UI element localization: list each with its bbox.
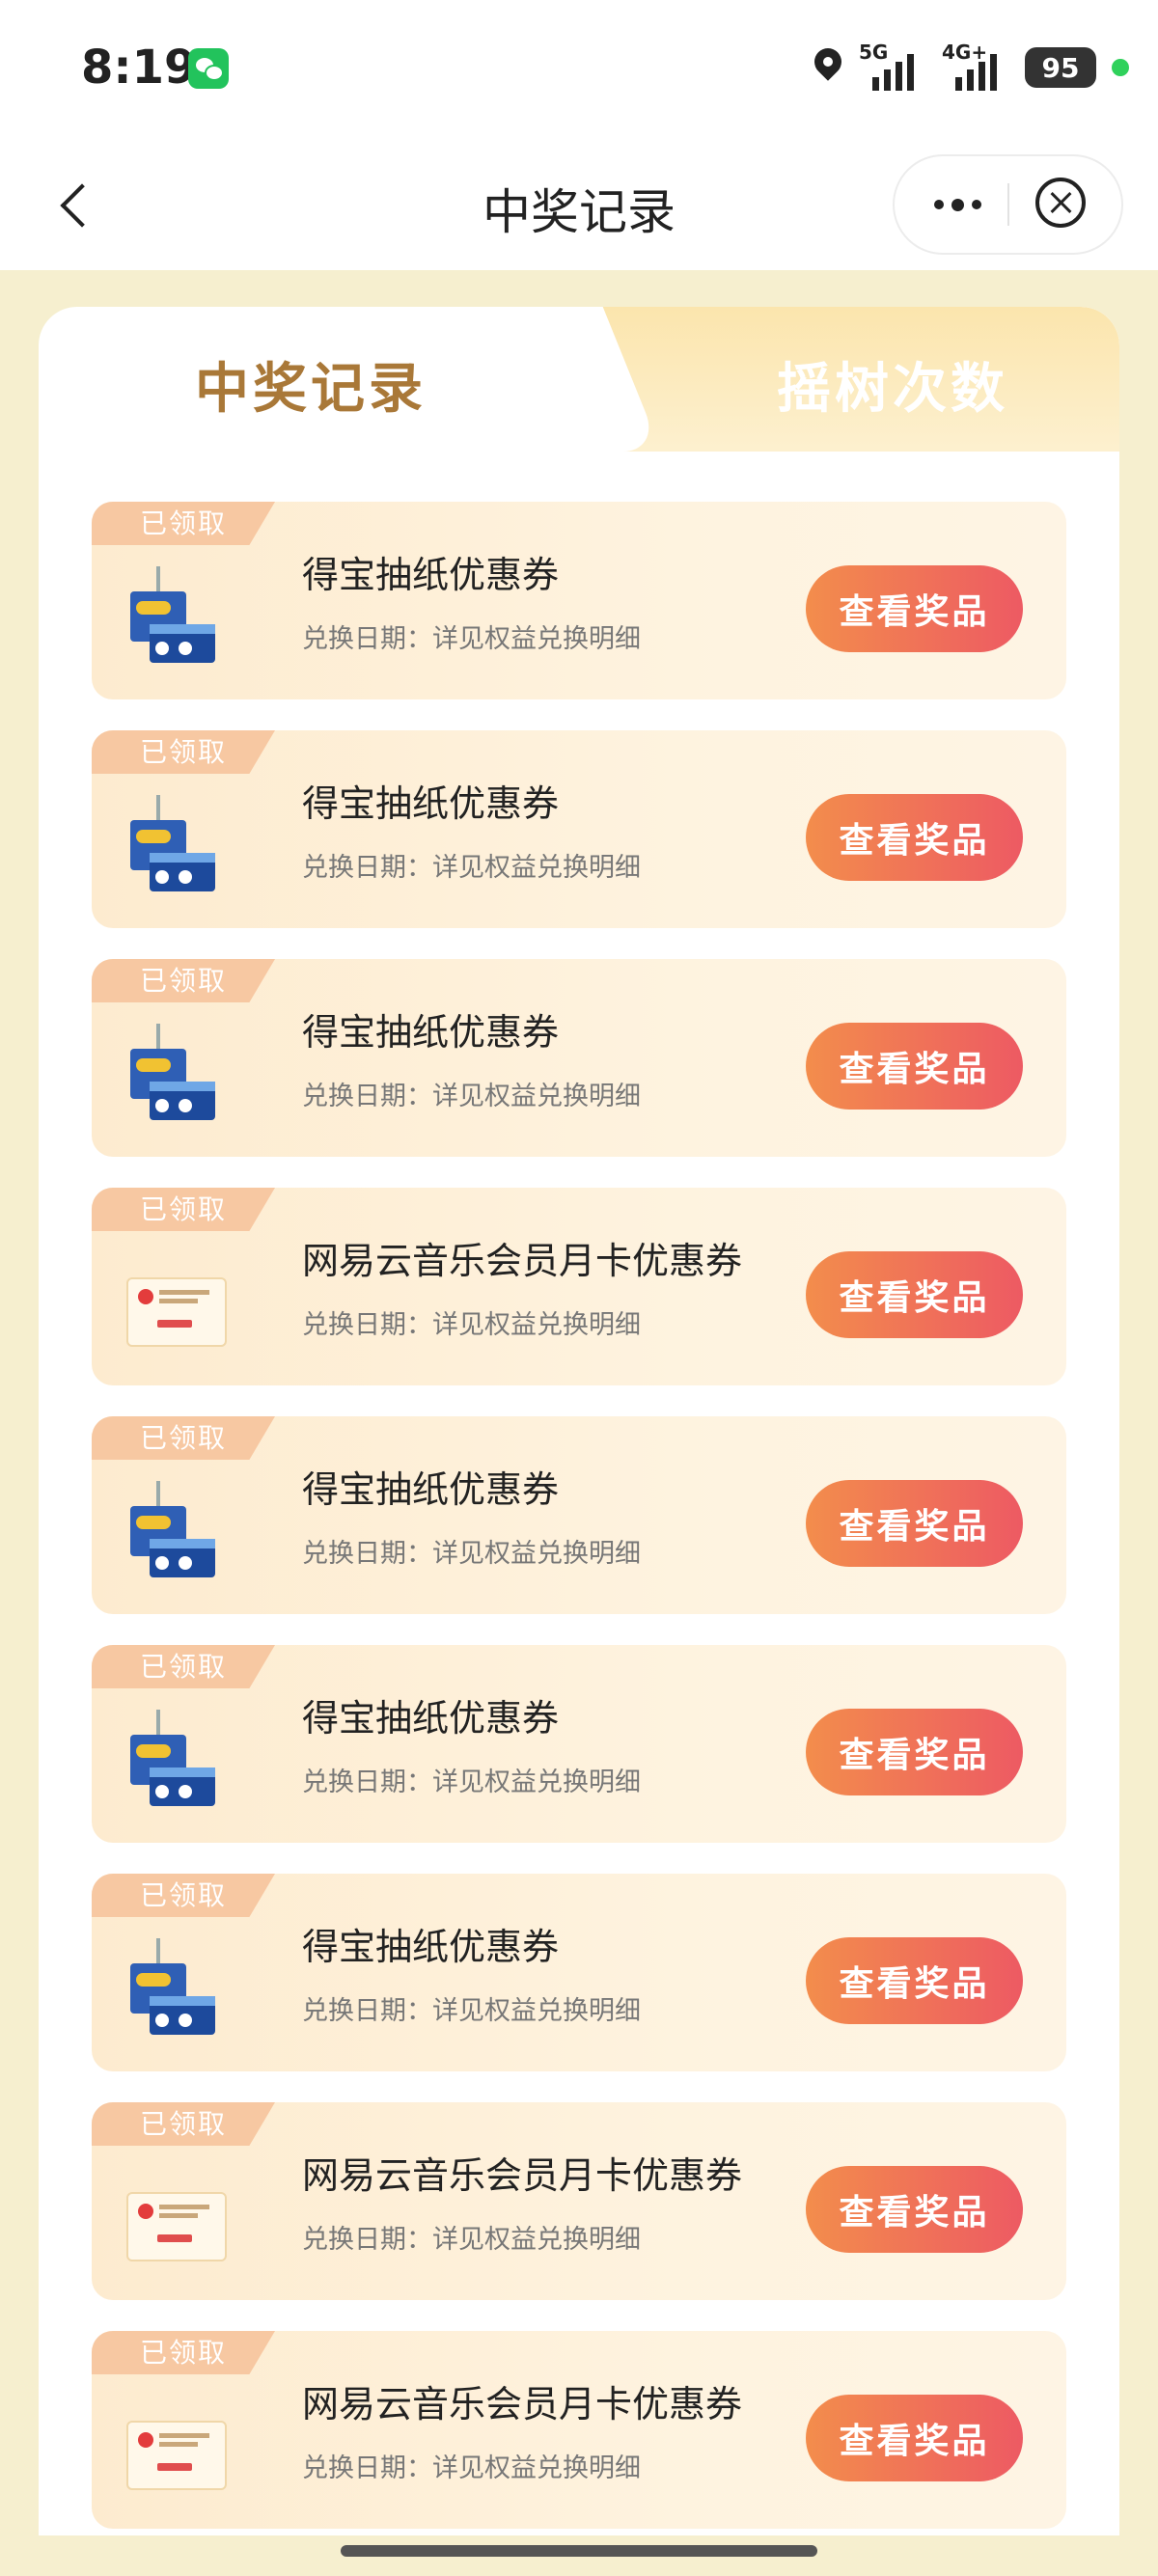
tab-win-records-label: 中奖记录 (195, 358, 427, 421)
mini-program-capsule (893, 154, 1123, 255)
prize-name: 网易云音乐会员月卡优惠券 (302, 2383, 743, 2425)
status-time: 8:19 (81, 41, 197, 95)
view-prize-button[interactable]: 查看奖品 (806, 1937, 1023, 2024)
prize-name: 得宝抽纸优惠券 (302, 1926, 560, 1968)
view-prize-button[interactable]: 查看奖品 (806, 1709, 1023, 1795)
prize-name: 得宝抽纸优惠券 (302, 782, 560, 825)
redeem-date-text: 兑换日期：详见权益兑换明细 (302, 1310, 641, 1340)
claimed-badge: 已领取 (92, 1645, 275, 1688)
tab-win-records[interactable]: 中奖记录 (39, 307, 579, 452)
music-voucher-icon (121, 1250, 227, 1357)
prize-name: 网易云音乐会员月卡优惠券 (302, 2154, 743, 2197)
view-prize-button[interactable]: 查看奖品 (806, 2395, 1023, 2481)
record-card: 已领取 网易云音乐会员月卡优惠券兑换日期：详见权益兑换明细 查看奖品 (92, 1188, 1066, 1385)
view-prize-button[interactable]: 查看奖品 (806, 794, 1023, 881)
nav-bar: 中奖记录 (0, 140, 1158, 270)
redeem-date-text: 兑换日期：详见权益兑换明细 (302, 1539, 641, 1569)
claimed-badge: 已领取 (92, 959, 275, 1002)
close-circle-icon[interactable] (1035, 178, 1086, 228)
signal-4g-icon: 4G+ (942, 41, 1009, 91)
redeem-date-text: 兑换日期：详见权益兑换明细 (302, 624, 641, 654)
tissue-product-icon (121, 793, 227, 899)
prize-name: 得宝抽纸优惠券 (302, 1011, 560, 1054)
prize-name: 网易云音乐会员月卡优惠券 (302, 1240, 743, 1282)
home-indicator[interactable] (341, 2545, 817, 2557)
record-list: 已领取 得宝抽纸优惠券 兑换日期：详见权益兑换明细 查看奖品 已领取 得宝抽纸优惠券 兑换日… (92, 502, 1066, 2535)
claimed-badge: 已领取 (92, 2102, 275, 2146)
view-prize-button[interactable]: 查看奖品 (806, 1480, 1023, 1567)
signal-5g-icon: 5G (859, 41, 926, 91)
claimed-badge: 已领取 (92, 1188, 275, 1231)
claimed-badge: 已领取 (92, 1874, 275, 1917)
records-panel: 摇树次数 中奖记录 已领取 得宝抽纸优惠券 兑换日期：详见权益兑换明细 查看奖品 已领取… (39, 307, 1119, 2535)
claimed-badge: 已领取 (92, 502, 275, 545)
record-card: 已领取 得宝抽纸优惠券兑换日期：详见权益兑换明细 查看奖品 (92, 1645, 1066, 1843)
redeem-date-text: 兑换日期：详见权益兑换明细 (302, 2225, 641, 2255)
redeem-date-text: 兑换日期：详见权益兑换明细 (302, 1082, 641, 1111)
redeem-date-text: 兑换日期：详见权益兑换明细 (302, 853, 641, 883)
view-prize-button[interactable]: 查看奖品 (806, 565, 1023, 652)
tissue-product-icon (121, 1936, 227, 2042)
status-bar: 8:19 5G 4G+ 95 (0, 0, 1158, 140)
tab-shake-count-label: 摇树次数 (777, 358, 1008, 421)
tissue-product-icon (121, 564, 227, 671)
prize-name: 得宝抽纸优惠券 (302, 554, 560, 596)
record-card: 已领取 得宝抽纸优惠券兑换日期：详见权益兑换明细 查看奖品 (92, 1874, 1066, 2071)
tab-shake-count[interactable]: 摇树次数 (579, 307, 1119, 452)
battery-indicator: 95 (1025, 47, 1096, 88)
tissue-product-icon (121, 1708, 227, 1814)
capsule-divider (1007, 183, 1009, 226)
redeem-date-text: 兑换日期：详见权益兑换明细 (302, 1996, 641, 2026)
wechat-icon (188, 48, 229, 89)
record-card: 已领取 网易云音乐会员月卡优惠券兑换日期：详见权益兑换明细 查看奖品 (92, 2102, 1066, 2300)
record-card: 已领取 得宝抽纸优惠券兑换日期：详见权益兑换明细 查看奖品 (92, 730, 1066, 928)
music-voucher-icon (121, 2165, 227, 2271)
claimed-badge: 已领取 (92, 730, 275, 774)
music-voucher-icon (121, 2394, 227, 2500)
tissue-product-icon (121, 1479, 227, 1585)
redeem-date-text: 兑换日期：详见权益兑换明细 (302, 1768, 641, 1797)
record-card: 已领取 得宝抽纸优惠券兑换日期：详见权益兑换明细 查看奖品 (92, 959, 1066, 1157)
claimed-badge: 已领取 (92, 1416, 275, 1460)
more-options-icon[interactable] (924, 178, 991, 232)
location-icon (813, 48, 843, 87)
view-prize-button[interactable]: 查看奖品 (806, 1023, 1023, 1110)
view-prize-button[interactable]: 查看奖品 (806, 2166, 1023, 2253)
prize-name: 得宝抽纸优惠券 (302, 1697, 560, 1740)
claimed-badge: 已领取 (92, 2331, 275, 2374)
tissue-product-icon (121, 1022, 227, 1128)
record-card: 已领取 得宝抽纸优惠券兑换日期：详见权益兑换明细 查看奖品 (92, 502, 1066, 699)
prize-name: 得宝抽纸优惠券 (302, 1468, 560, 1511)
record-card: 已领取 网易云音乐会员月卡优惠券兑换日期：详见权益兑换明细 查看奖品 (92, 2331, 1066, 2529)
view-prize-button[interactable]: 查看奖品 (806, 1251, 1023, 1338)
redeem-date-text: 兑换日期：详见权益兑换明细 (302, 2453, 641, 2483)
status-indicators: 5G 4G+ 95 (813, 39, 1129, 96)
privacy-dot-icon (1112, 59, 1129, 76)
record-card: 已领取 得宝抽纸优惠券兑换日期：详见权益兑换明细 查看奖品 (92, 1416, 1066, 1614)
